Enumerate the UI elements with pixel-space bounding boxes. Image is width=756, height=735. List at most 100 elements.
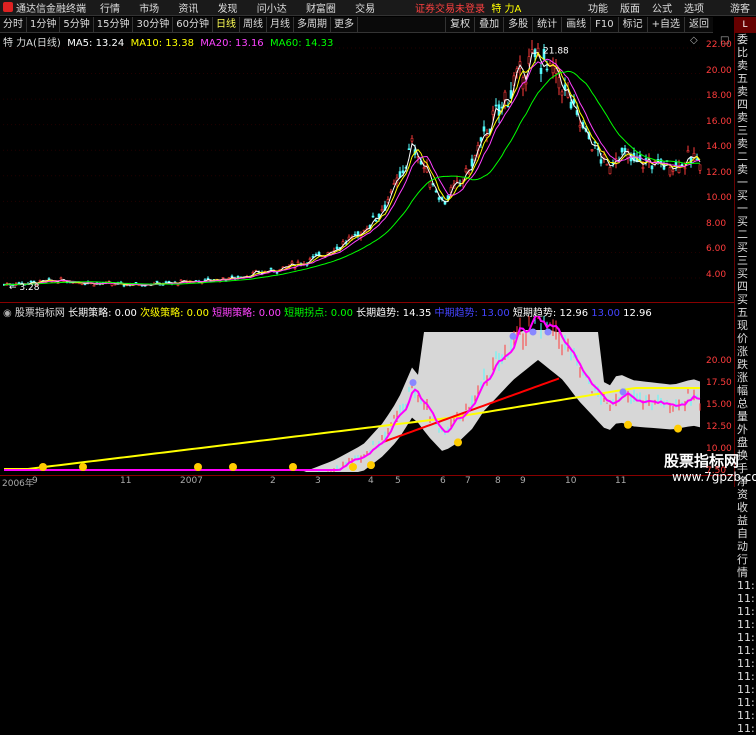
time-tick: 6	[440, 476, 446, 486]
candle-body	[437, 197, 441, 200]
quote-row: 买四	[737, 267, 748, 293]
candle-body	[410, 138, 414, 142]
indicator-chart[interactable]	[3, 316, 703, 476]
tab-period[interactable]: 分时	[0, 17, 27, 32]
price-tick: 16.00	[706, 116, 732, 127]
tool-button[interactable]: 标记	[617, 17, 647, 32]
time-tick: 7	[465, 476, 471, 486]
long-term-band	[4, 330, 700, 472]
tool-button[interactable]: 画线	[561, 17, 590, 32]
quote-row: 委比	[737, 33, 748, 59]
tab-period[interactable]: 5分钟	[60, 17, 94, 32]
tab-period-active[interactable]: 日线	[213, 17, 240, 32]
signal-hat-icon	[509, 332, 517, 340]
tab-period[interactable]: 1分钟	[27, 17, 61, 32]
menu-item[interactable]: 市场	[131, 4, 167, 15]
menu-item[interactable]: 选项	[678, 0, 710, 15]
quote-row: 11:1	[737, 592, 756, 605]
time-tick: 3	[315, 476, 321, 486]
app-title: 通达信金融终端	[16, 4, 86, 15]
candle-body	[176, 284, 180, 286]
menu-item[interactable]: 行情	[92, 4, 128, 15]
candle-body	[623, 148, 627, 152]
candlestick-chart[interactable]: 21.88 ← 3.28	[3, 40, 703, 290]
signal-hat-icon	[619, 388, 627, 396]
tool-button[interactable]: 统计	[532, 17, 561, 32]
menu-item[interactable]: 游客	[710, 0, 756, 15]
candle-body	[470, 158, 474, 167]
quote-row: 收益	[737, 501, 748, 527]
quote-panel: 委比 卖五 卖四 卖三 卖二 卖一 买一 买二 买三 买四 买五 现价 涨跌 涨幅 总量 外盘 换手 净资 收益 自动…	[734, 33, 756, 735]
quote-row: 卖一	[737, 163, 748, 189]
signal-face-icon	[674, 424, 682, 433]
tool-button[interactable]: 返回	[684, 17, 713, 32]
menu-item[interactable]: 问小达	[249, 4, 295, 15]
candle-body	[620, 147, 624, 153]
tab-period[interactable]: 15分钟	[94, 17, 134, 32]
tool-button[interactable]: 叠加	[474, 17, 503, 32]
menu-item[interactable]: 资讯	[170, 4, 206, 15]
menu-item[interactable]: 发现	[210, 4, 246, 15]
time-tick: 10	[565, 476, 577, 486]
tab-period[interactable]: 月线	[267, 17, 294, 32]
right-menu: 功能 版面 公式 选项 游客	[582, 0, 756, 15]
signal-face-icon	[79, 463, 87, 471]
candle-body	[59, 277, 63, 280]
menu-item[interactable]: 版面	[614, 0, 646, 15]
peak-label: 21.88	[543, 47, 569, 57]
candle-body	[602, 154, 606, 159]
menu-item[interactable]: 交易	[347, 4, 383, 15]
candle-body	[155, 280, 159, 283]
quote-row: 行情	[737, 553, 748, 579]
candle-body	[392, 183, 396, 185]
menu-item[interactable]: 财富圈	[298, 4, 344, 15]
signal-face-icon	[194, 463, 202, 471]
candle-body	[371, 215, 375, 218]
quote-row: 11:1	[737, 579, 756, 592]
quote-row: 涨幅	[737, 371, 748, 397]
candle-body	[314, 253, 318, 256]
candle-body	[164, 281, 168, 284]
candle-body	[47, 278, 51, 280]
candle-body	[455, 180, 459, 183]
candle-body	[335, 246, 339, 250]
candle-body	[557, 77, 561, 89]
time-tick: 9	[520, 476, 526, 486]
tab-period[interactable]: 周线	[240, 17, 267, 32]
candle-body	[683, 167, 687, 170]
quote-row: 现价	[737, 319, 748, 345]
signal-face-icon	[289, 463, 297, 471]
ma10-line	[3, 51, 701, 286]
tool-button[interactable]: +自选	[646, 17, 684, 32]
candle-body	[668, 167, 672, 176]
panel-toggle[interactable]: L	[734, 17, 756, 33]
candle-body	[560, 91, 564, 96]
pane-divider	[0, 302, 734, 303]
quote-row: 涨跌	[737, 345, 748, 371]
tab-period[interactable]: 30分钟	[133, 17, 174, 32]
price-tick: 12.00	[706, 167, 732, 178]
tab-period[interactable]: 60分钟	[173, 17, 213, 32]
signal-face-icon	[229, 463, 237, 471]
login-notice[interactable]: 证券交易未登录 特 力A	[415, 0, 521, 15]
quote-row: 11:1	[737, 709, 756, 722]
tool-button[interactable]: F10	[590, 17, 617, 32]
tool-button[interactable]: 多股	[503, 17, 532, 32]
quote-row: 11:1	[737, 722, 756, 735]
menu-item[interactable]: 功能	[582, 0, 614, 15]
menu-item[interactable]: 公式	[646, 0, 678, 15]
candle-body	[380, 209, 384, 212]
candle-body	[341, 241, 345, 245]
candle-body	[671, 169, 675, 172]
quote-row: 买五	[737, 293, 748, 319]
candle-body	[530, 49, 534, 53]
candle-body	[275, 272, 279, 274]
candle-body	[353, 234, 357, 236]
tab-period[interactable]: 更多	[331, 17, 358, 32]
tool-button[interactable]: 复权	[445, 17, 474, 32]
quote-row: 卖四	[737, 85, 748, 111]
time-tick: 2007	[180, 476, 203, 486]
chart-tools: 复权 叠加 多股 统计 画线 F10 标记 +自选 返回	[445, 17, 713, 32]
tab-period[interactable]: 多周期	[294, 17, 331, 32]
quote-row: 11:1	[737, 618, 756, 631]
